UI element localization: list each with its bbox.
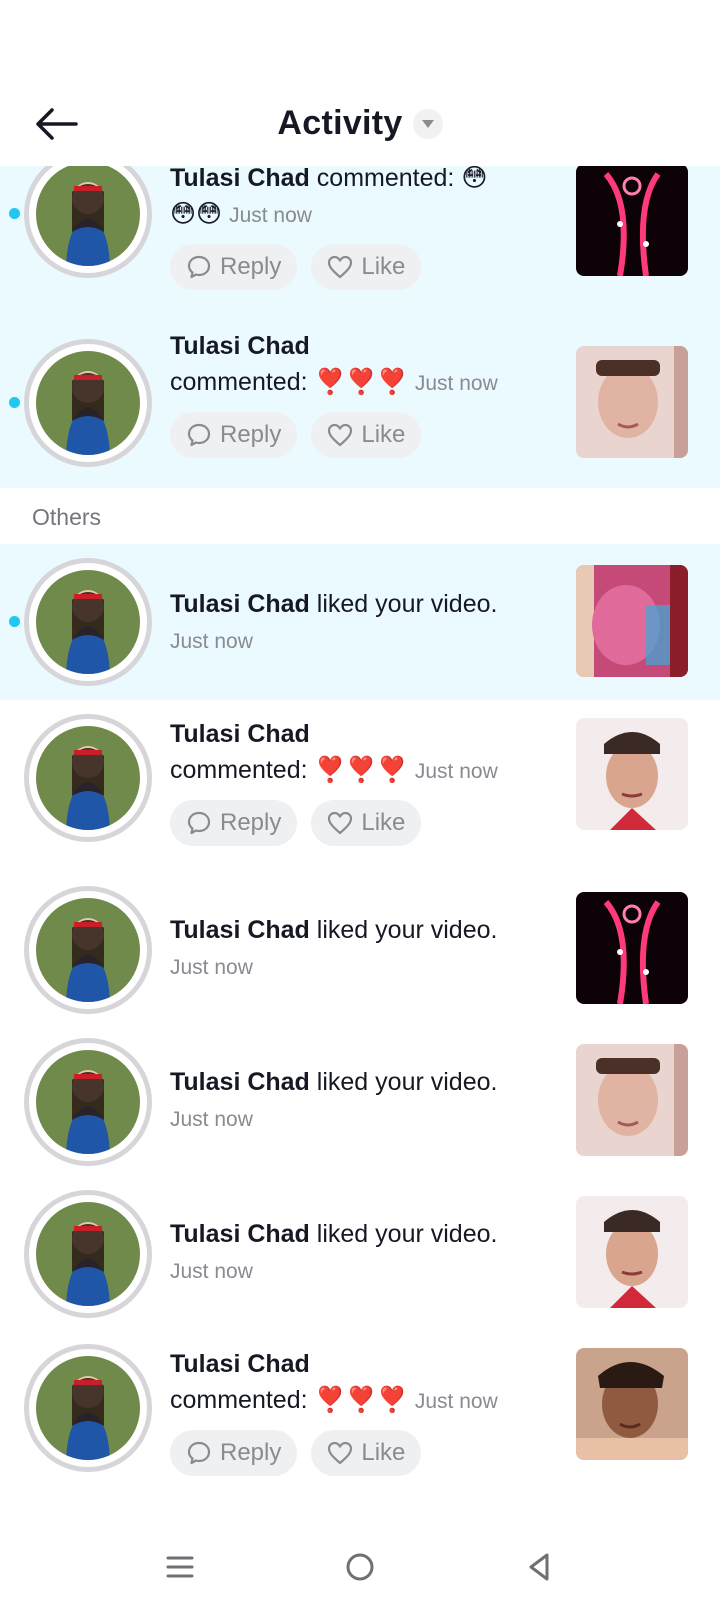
section-label-others: Others [32,504,102,530]
activity-text: liked your video. [316,916,498,944]
reply-button[interactable]: Reply [170,244,298,290]
avatar[interactable] [24,150,152,278]
activity-text: liked your video. [316,1220,498,1248]
avatar[interactable] [24,886,152,1014]
like-label: Like [361,809,406,836]
activity-list: Tulasi Chad commented: 😳 😳😳 Just now Rep… [0,150,720,1510]
home-button[interactable] [330,1542,390,1592]
comment-bubble-icon [187,811,211,835]
timestamp: Just now [170,630,253,653]
timestamp: Just now [229,204,312,227]
back-nav-button[interactable] [510,1542,570,1592]
video-thumbnail[interactable] [576,892,688,1004]
video-thumbnail[interactable] [576,1348,688,1460]
video-thumbnail[interactable] [576,1196,688,1308]
timestamp: Just now [170,1260,253,1283]
system-nav-bar [0,1532,720,1612]
reply-label: Reply [220,421,282,448]
menu-icon [166,1556,194,1578]
reply-button[interactable]: Reply [170,412,298,458]
reply-label: Reply [220,809,282,836]
unread-dot [9,208,20,219]
like-button[interactable]: Like [311,244,422,290]
video-thumbnail[interactable] [576,565,688,677]
heart-icon [328,255,353,279]
reply-label: Reply [220,1439,282,1466]
activity-text: liked your video. [316,590,498,618]
page-title: Activity [277,104,403,142]
comment-bubble-icon [187,423,211,447]
user-name[interactable]: Tulasi Chad [170,1350,310,1378]
comment-bubble-icon [187,1441,211,1465]
comment-text: 😳😳 [170,200,223,228]
video-thumbnail[interactable] [576,1044,688,1156]
user-name[interactable]: Tulasi Chad [170,1068,310,1096]
like-button[interactable]: Like [311,412,422,458]
avatar[interactable] [24,558,152,686]
activity-row[interactable]: Tulasi Chad commented: ❣️❣️❣️ Just now R… [0,700,720,874]
unread-dot [9,397,20,408]
user-name[interactable]: Tulasi Chad [170,164,310,192]
section-header: Others [0,488,720,544]
activity-row[interactable]: Tulasi Chad commented: ❣️❣️❣️ Just now R… [0,316,720,488]
activity-row[interactable]: Tulasi Chad liked your video. Just now [0,1178,720,1330]
activity-text: commented: [170,368,308,396]
avatar[interactable] [24,1190,152,1318]
user-name[interactable]: Tulasi Chad [170,916,310,944]
activity-row[interactable]: Tulasi Chad liked your video. Just now [0,874,720,1026]
reply-button[interactable]: Reply [170,800,298,846]
reply-label: Reply [220,253,282,280]
activity-row[interactable]: Tulasi Chad liked your video. Just now [0,544,720,700]
comment-text: ❣️❣️❣️ [314,756,408,784]
comment-bubble-icon [187,255,211,279]
comment-text: ❣️❣️❣️ [314,368,408,396]
video-thumbnail[interactable] [576,346,688,458]
user-name[interactable]: Tulasi Chad [170,720,310,748]
video-thumbnail[interactable] [576,718,688,830]
avatar[interactable] [24,339,152,467]
caret-down-icon [412,108,443,139]
unread-dot [9,616,20,627]
activity-text: commented: [170,1386,308,1414]
avatar[interactable] [24,714,152,842]
avatar[interactable] [24,1038,152,1166]
timestamp: Just now [170,956,253,979]
activity-row[interactable]: Tulasi Chad commented: 😳 😳😳 Just now Rep… [0,150,720,316]
activity-text: commented: [316,164,455,192]
activity-text: liked your video. [316,1068,498,1096]
avatar[interactable] [24,1344,152,1472]
comment-text: ❣️❣️❣️ [314,1386,408,1414]
home-circle-icon [346,1553,374,1581]
like-label: Like [361,1439,406,1466]
timestamp: Just now [170,1108,253,1131]
user-name[interactable]: Tulasi Chad [170,1220,310,1248]
like-label: Like [361,253,406,280]
header: Activity [0,0,720,166]
timestamp: Just now [414,1390,498,1413]
comment-text: 😳 [461,164,488,192]
timestamp: Just now [414,372,498,395]
recent-apps-button[interactable] [150,1542,210,1592]
reply-button[interactable]: Reply [170,1430,298,1476]
heart-icon [328,1441,353,1465]
heart-icon [328,811,353,835]
user-name[interactable]: Tulasi Chad [170,332,310,360]
video-thumbnail[interactable] [576,164,688,276]
like-button[interactable]: Like [311,800,422,846]
like-label: Like [361,421,406,448]
activity-text: commented: [170,756,308,784]
title-dropdown[interactable]: Activity [0,104,720,143]
timestamp: Just now [414,760,498,783]
activity-row[interactable]: Tulasi Chad liked your video. Just now [0,1026,720,1178]
heart-icon [328,423,353,447]
back-triangle-icon [529,1553,549,1581]
activity-row[interactable]: Tulasi Chad commented: ❣️❣️❣️ Just now R… [0,1330,720,1510]
like-button[interactable]: Like [311,1430,422,1476]
user-name[interactable]: Tulasi Chad [170,590,310,618]
